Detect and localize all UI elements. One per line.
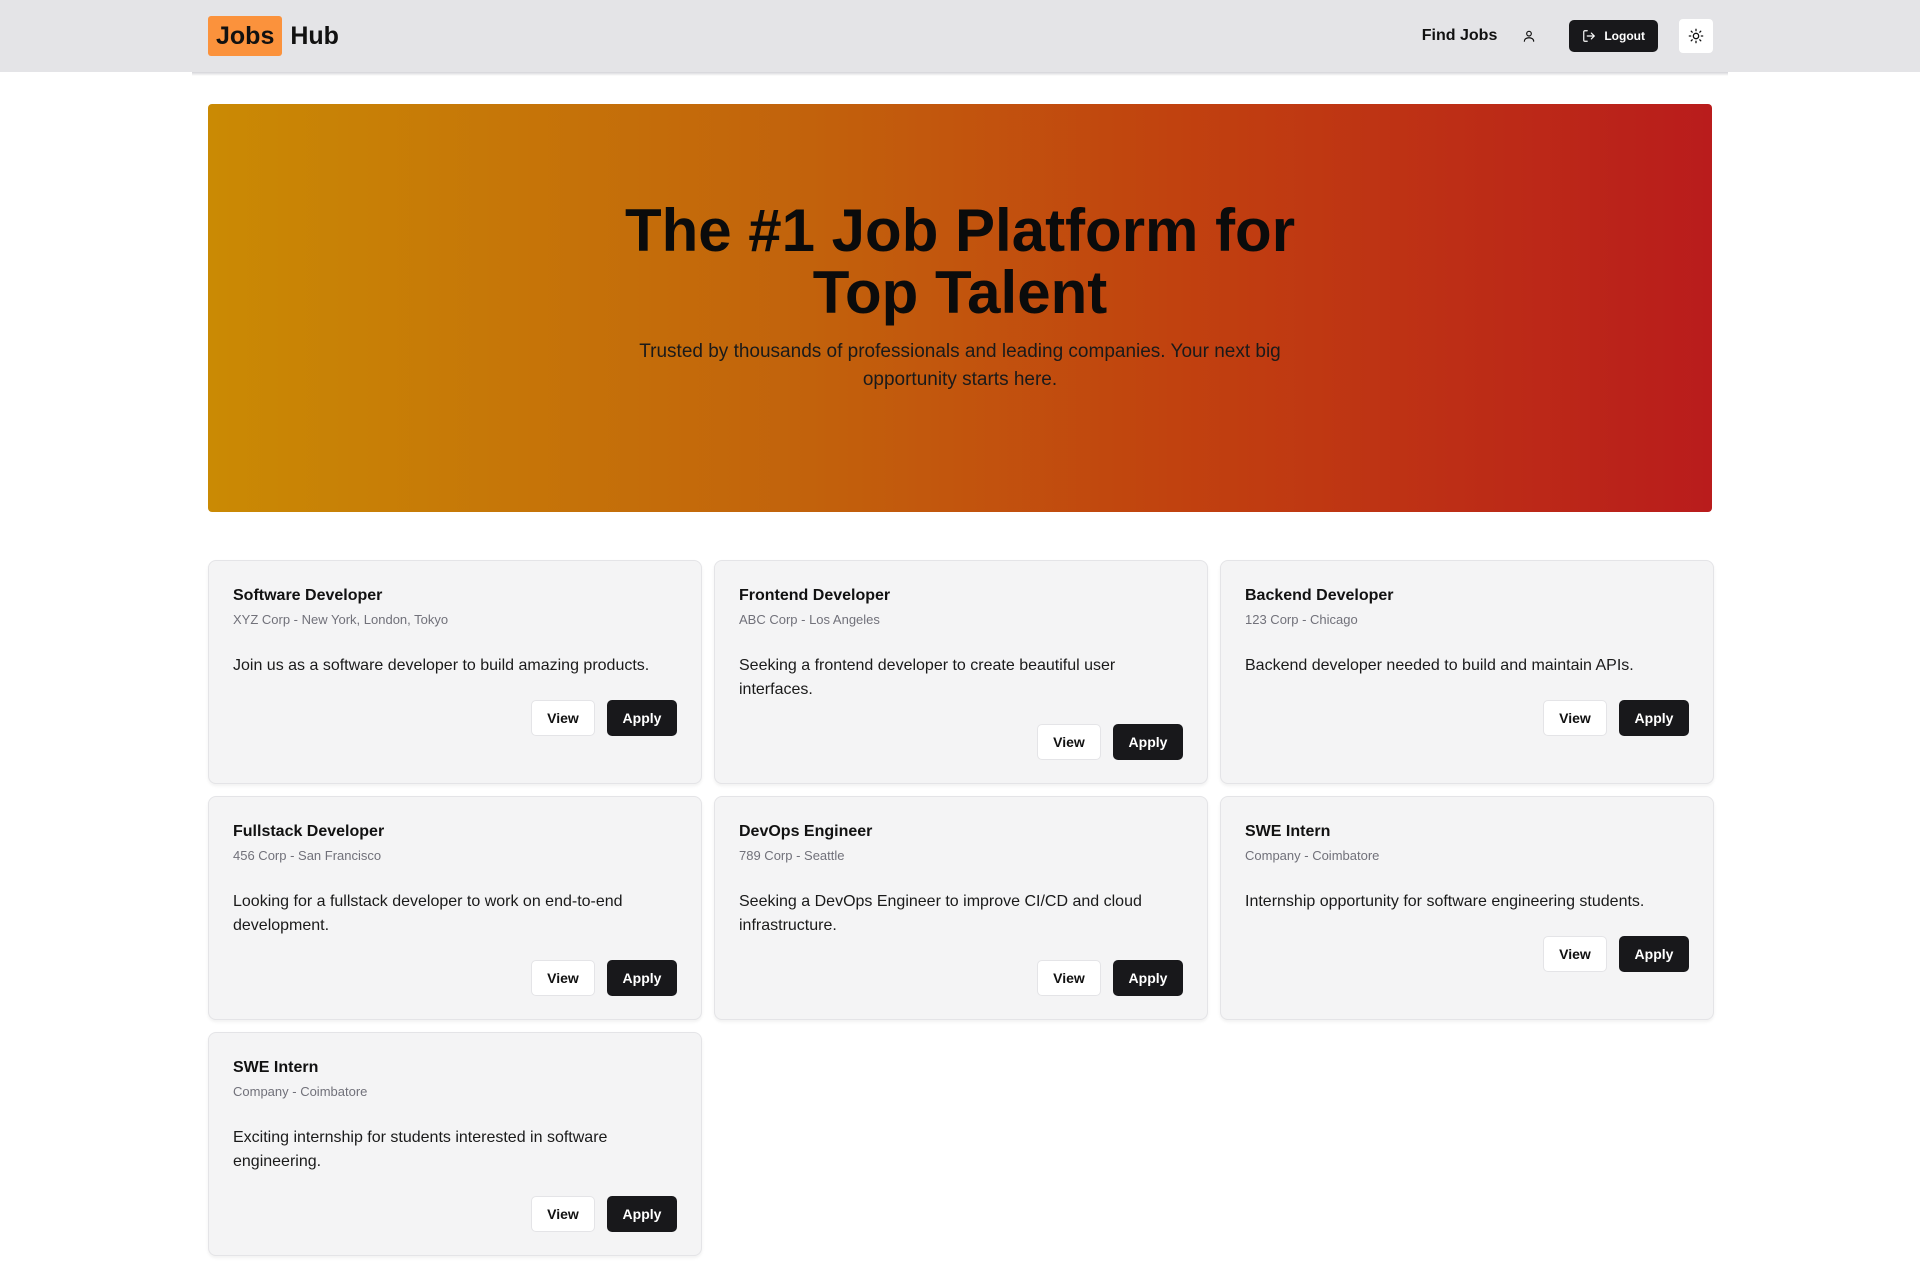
apply-button[interactable]: Apply <box>607 700 677 736</box>
theme-toggle-button[interactable] <box>1678 18 1714 54</box>
job-title: Fullstack Developer <box>233 823 385 840</box>
job-card: SWE Intern Company - Coimbatore Internsh… <box>1220 796 1714 1020</box>
job-company-location: 456 Corp - San Francisco <box>233 848 382 863</box>
job-description: Exciting internship for students interes… <box>233 1129 608 1170</box>
site-logo[interactable]: Jobs Hub <box>208 16 339 56</box>
user-icon[interactable] <box>1519 26 1539 46</box>
logo-hub-text: Hub <box>290 21 339 50</box>
job-card: Software Developer XYZ Corp - New York, … <box>208 560 702 784</box>
view-button[interactable]: View <box>1543 700 1607 736</box>
job-description: Backend developer needed to build and ma… <box>1245 657 1634 674</box>
apply-button[interactable]: Apply <box>607 960 677 996</box>
logout-label: Logout <box>1604 29 1645 43</box>
job-description: Join us as a software developer to build… <box>233 657 650 674</box>
job-company-location: 789 Corp - Seattle <box>739 848 845 863</box>
hero-title-line1: The #1 Job Platform for <box>624 197 1296 264</box>
job-card: Fullstack Developer 456 Corp - San Franc… <box>208 796 702 1020</box>
job-description: Seeking a DevOps Engineer to improve CI/… <box>739 893 1142 934</box>
apply-button[interactable]: Apply <box>1619 936 1689 972</box>
view-button[interactable]: View <box>531 960 595 996</box>
job-company-location: Company - Coimbatore <box>233 1084 368 1099</box>
job-description: Looking for a fullstack developer to wor… <box>233 893 623 934</box>
job-title: Frontend Developer <box>739 587 891 604</box>
nav-actions: Find Jobs Logout <box>1422 18 1714 54</box>
view-button[interactable]: View <box>1037 724 1101 760</box>
apply-button[interactable]: Apply <box>1619 700 1689 736</box>
hero-subtitle: Trusted by thousands of professionals an… <box>639 341 1281 390</box>
logout-icon <box>1583 30 1596 42</box>
job-card: SWE Intern Company - Coimbatore Exciting… <box>208 1032 702 1256</box>
job-company-location: ABC Corp - Los Angeles <box>739 612 880 627</box>
job-card: Frontend Developer ABC Corp - Los Angele… <box>714 560 1208 784</box>
view-button[interactable]: View <box>531 700 595 736</box>
apply-button[interactable]: Apply <box>1113 724 1183 760</box>
top-navbar: Jobs Hub Find Jobs Logout <box>0 0 1920 72</box>
logout-button[interactable]: Logout <box>1569 20 1658 52</box>
job-title: Backend Developer <box>1245 587 1394 604</box>
job-company-location: XYZ Corp - New York, London, Tokyo <box>233 612 449 627</box>
view-button[interactable]: View <box>1543 936 1607 972</box>
sun-icon <box>1688 28 1704 44</box>
hero-title-line2: Top Talent <box>812 259 1108 326</box>
job-card: DevOps Engineer 789 Corp - Seattle Seeki… <box>714 796 1208 1020</box>
job-title: DevOps Engineer <box>739 823 873 840</box>
job-title: SWE Intern <box>233 1059 319 1076</box>
view-button[interactable]: View <box>531 1196 595 1232</box>
job-title: Software Developer <box>233 587 383 604</box>
job-title: SWE Intern <box>1245 823 1331 840</box>
job-company-location: 123 Corp - Chicago <box>1245 612 1358 627</box>
hero-title: The #1 Job Platform for Top Talent <box>208 200 1712 324</box>
apply-button[interactable]: Apply <box>607 1196 677 1232</box>
logo-jobs-text: Jobs <box>208 16 283 56</box>
job-description: Seeking a frontend developer to create b… <box>739 657 1116 698</box>
job-description: Internship opportunity for software engi… <box>1245 893 1645 910</box>
job-company-location: Company - Coimbatore <box>1245 848 1380 863</box>
job-card: Backend Developer 123 Corp - Chicago Bac… <box>1220 560 1714 784</box>
view-button[interactable]: View <box>1037 960 1101 996</box>
apply-button[interactable]: Apply <box>1113 960 1183 996</box>
find-jobs-link[interactable]: Find Jobs <box>1422 27 1498 45</box>
header-divider <box>192 72 1728 76</box>
